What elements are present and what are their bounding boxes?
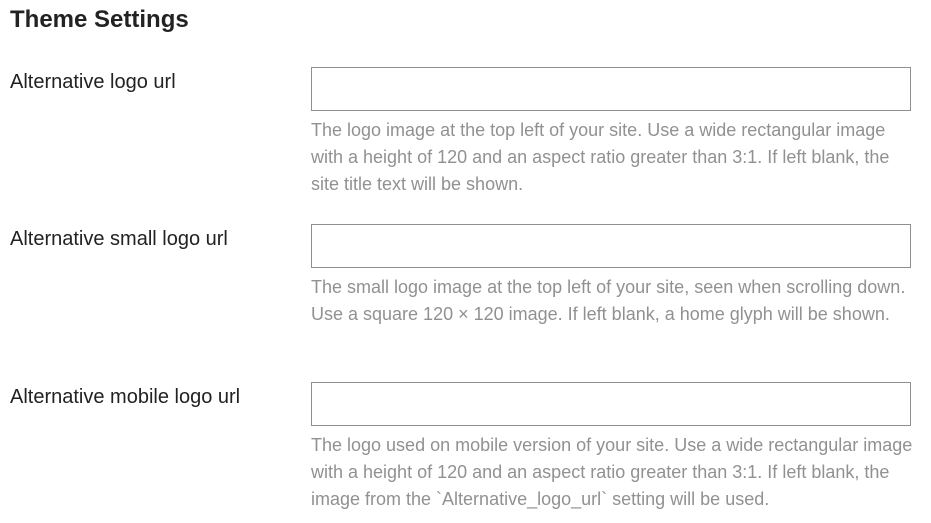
setting-description: The small logo image at the top left of … xyxy=(311,277,906,324)
page-title: Theme Settings xyxy=(10,6,189,33)
alternative-mobile-logo-url-input[interactable] xyxy=(311,382,911,426)
setting-label: Alternative logo url xyxy=(10,71,176,93)
setting-description: The logo image at the top left of your s… xyxy=(311,120,890,194)
setting-label: Alternative mobile logo url xyxy=(10,386,241,408)
alternative-small-logo-url-input[interactable] xyxy=(311,224,911,268)
setting-description: The logo used on mobile version of your … xyxy=(311,435,913,509)
alternative-logo-url-input[interactable] xyxy=(311,67,911,111)
setting-label: Alternative small logo url xyxy=(10,228,228,250)
